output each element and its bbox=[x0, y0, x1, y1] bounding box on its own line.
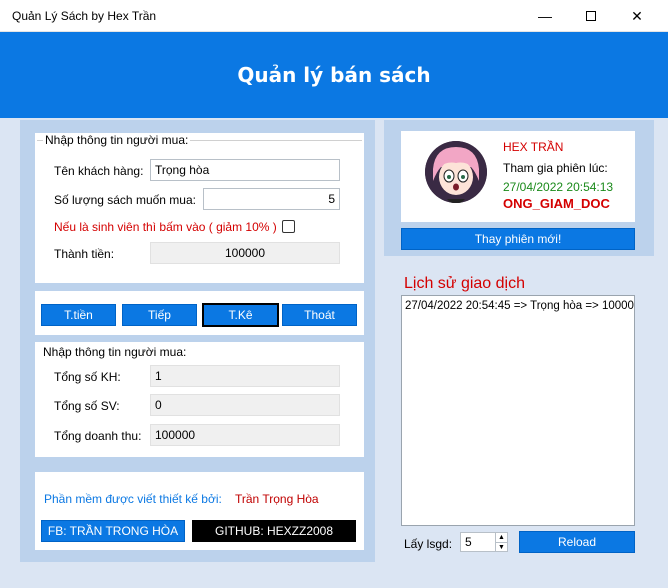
joined-time: 27/04/2022 20:54:13 bbox=[503, 180, 614, 194]
author-name: Trần Trọng Hòa bbox=[235, 492, 319, 506]
close-icon: ✕ bbox=[631, 7, 643, 24]
session-panel: HEX TRẦN Tham gia phiên lúc: 27/04/2022 … bbox=[384, 120, 654, 256]
history-count-label: Lấy lsgd: bbox=[404, 537, 453, 551]
session-box: HEX TRẦN Tham gia phiên lúc: 27/04/2022 … bbox=[401, 131, 635, 222]
total-output: 100000 bbox=[150, 242, 340, 264]
credits-box: Phần mềm được viết thiết kế bởi: Trần Tr… bbox=[35, 472, 364, 550]
title-bar: Quản Lý Sách by Hex Trần — ✕ bbox=[0, 0, 668, 32]
left-panel: Nhập thông tin người mua: Tên khách hàng… bbox=[20, 120, 375, 562]
history-title: Lịch sử giao dịch bbox=[404, 275, 525, 292]
spin-up-icon[interactable]: ▲ bbox=[495, 533, 507, 542]
maximize-button[interactable] bbox=[568, 0, 614, 32]
history-panel: Lịch sử giao dịch 27/04/2022 20:54:45 =>… bbox=[384, 264, 654, 562]
next-button[interactable]: Tiếp bbox=[122, 304, 197, 326]
stats-group-title: Nhập thông tin người mua: bbox=[43, 345, 187, 359]
total-students-label: Tổng số SV: bbox=[54, 399, 120, 413]
joined-label: Tham gia phiên lúc: bbox=[503, 161, 608, 175]
page-title: Quản lý bán sách bbox=[237, 63, 431, 87]
window-title: Quản Lý Sách by Hex Trần bbox=[12, 9, 157, 23]
minimize-icon: — bbox=[538, 8, 552, 24]
quantity-label: Số lượng sách muốn mua: bbox=[54, 193, 196, 207]
statistics-button[interactable]: T.Kê bbox=[202, 303, 279, 327]
session-user: HEX TRẦN bbox=[503, 140, 564, 154]
buyer-box: Nhập thông tin người mua: Tên khách hàng… bbox=[35, 133, 364, 283]
history-list[interactable]: 27/04/2022 20:54:45 => Trọng hòa => 1000… bbox=[401, 295, 635, 526]
app-window: Quản Lý Sách by Hex Trần — ✕ Quản lý bán… bbox=[0, 0, 668, 588]
minimize-button[interactable]: — bbox=[522, 0, 568, 32]
exit-button[interactable]: Thoát bbox=[282, 304, 357, 326]
new-session-button[interactable]: Thay phiên mới! bbox=[401, 228, 635, 250]
customer-name-input[interactable]: Trọng hòa bbox=[150, 159, 340, 181]
total-revenue-label: Tổng doanh thu: bbox=[54, 429, 142, 443]
anime-avatar-icon bbox=[425, 141, 487, 203]
total-customers-output: 1 bbox=[150, 365, 340, 387]
history-count-input[interactable]: 5 ▲ ▼ bbox=[460, 532, 508, 552]
total-label: Thành tiền: bbox=[54, 247, 115, 261]
customer-name-label: Tên khách hàng: bbox=[54, 164, 144, 178]
avatar bbox=[425, 141, 487, 203]
total-customers-label: Tổng số KH: bbox=[54, 370, 121, 384]
total-revenue-output: 100000 bbox=[150, 424, 340, 446]
github-button[interactable]: GITHUB: HEXZZ2008 bbox=[192, 520, 356, 542]
stats-box: Nhập thông tin người mua: Tổng số KH: 1 … bbox=[35, 342, 364, 457]
history-count-value: 5 bbox=[465, 535, 472, 549]
buyer-group-title: Nhập thông tin người mua: bbox=[43, 133, 191, 147]
facebook-button[interactable]: FB: TRẦN TRONG HÒA bbox=[41, 520, 185, 542]
maximize-icon bbox=[586, 11, 596, 21]
credits-text: Phần mềm được viết thiết kế bởi: bbox=[44, 492, 222, 506]
total-students-output: 0 bbox=[150, 394, 340, 416]
quantity-input[interactable]: 5 bbox=[203, 188, 340, 210]
app-header: Quản lý bán sách bbox=[0, 32, 668, 118]
session-role: ONG_GIAM_DOC bbox=[503, 196, 610, 211]
calculate-button[interactable]: T.tiền bbox=[41, 304, 116, 326]
student-discount-label: Nếu là sinh viên thì bấm vào ( giảm 10% … bbox=[54, 220, 277, 234]
actions-box: T.tiền Tiếp T.Kê Thoát bbox=[35, 291, 364, 335]
reload-button[interactable]: Reload bbox=[519, 531, 635, 553]
history-entry[interactable]: 27/04/2022 20:54:45 => Trọng hòa => 1000… bbox=[405, 300, 634, 312]
student-checkbox[interactable] bbox=[282, 220, 295, 233]
spin-down-icon[interactable]: ▼ bbox=[495, 542, 507, 551]
close-button[interactable]: ✕ bbox=[614, 0, 660, 32]
